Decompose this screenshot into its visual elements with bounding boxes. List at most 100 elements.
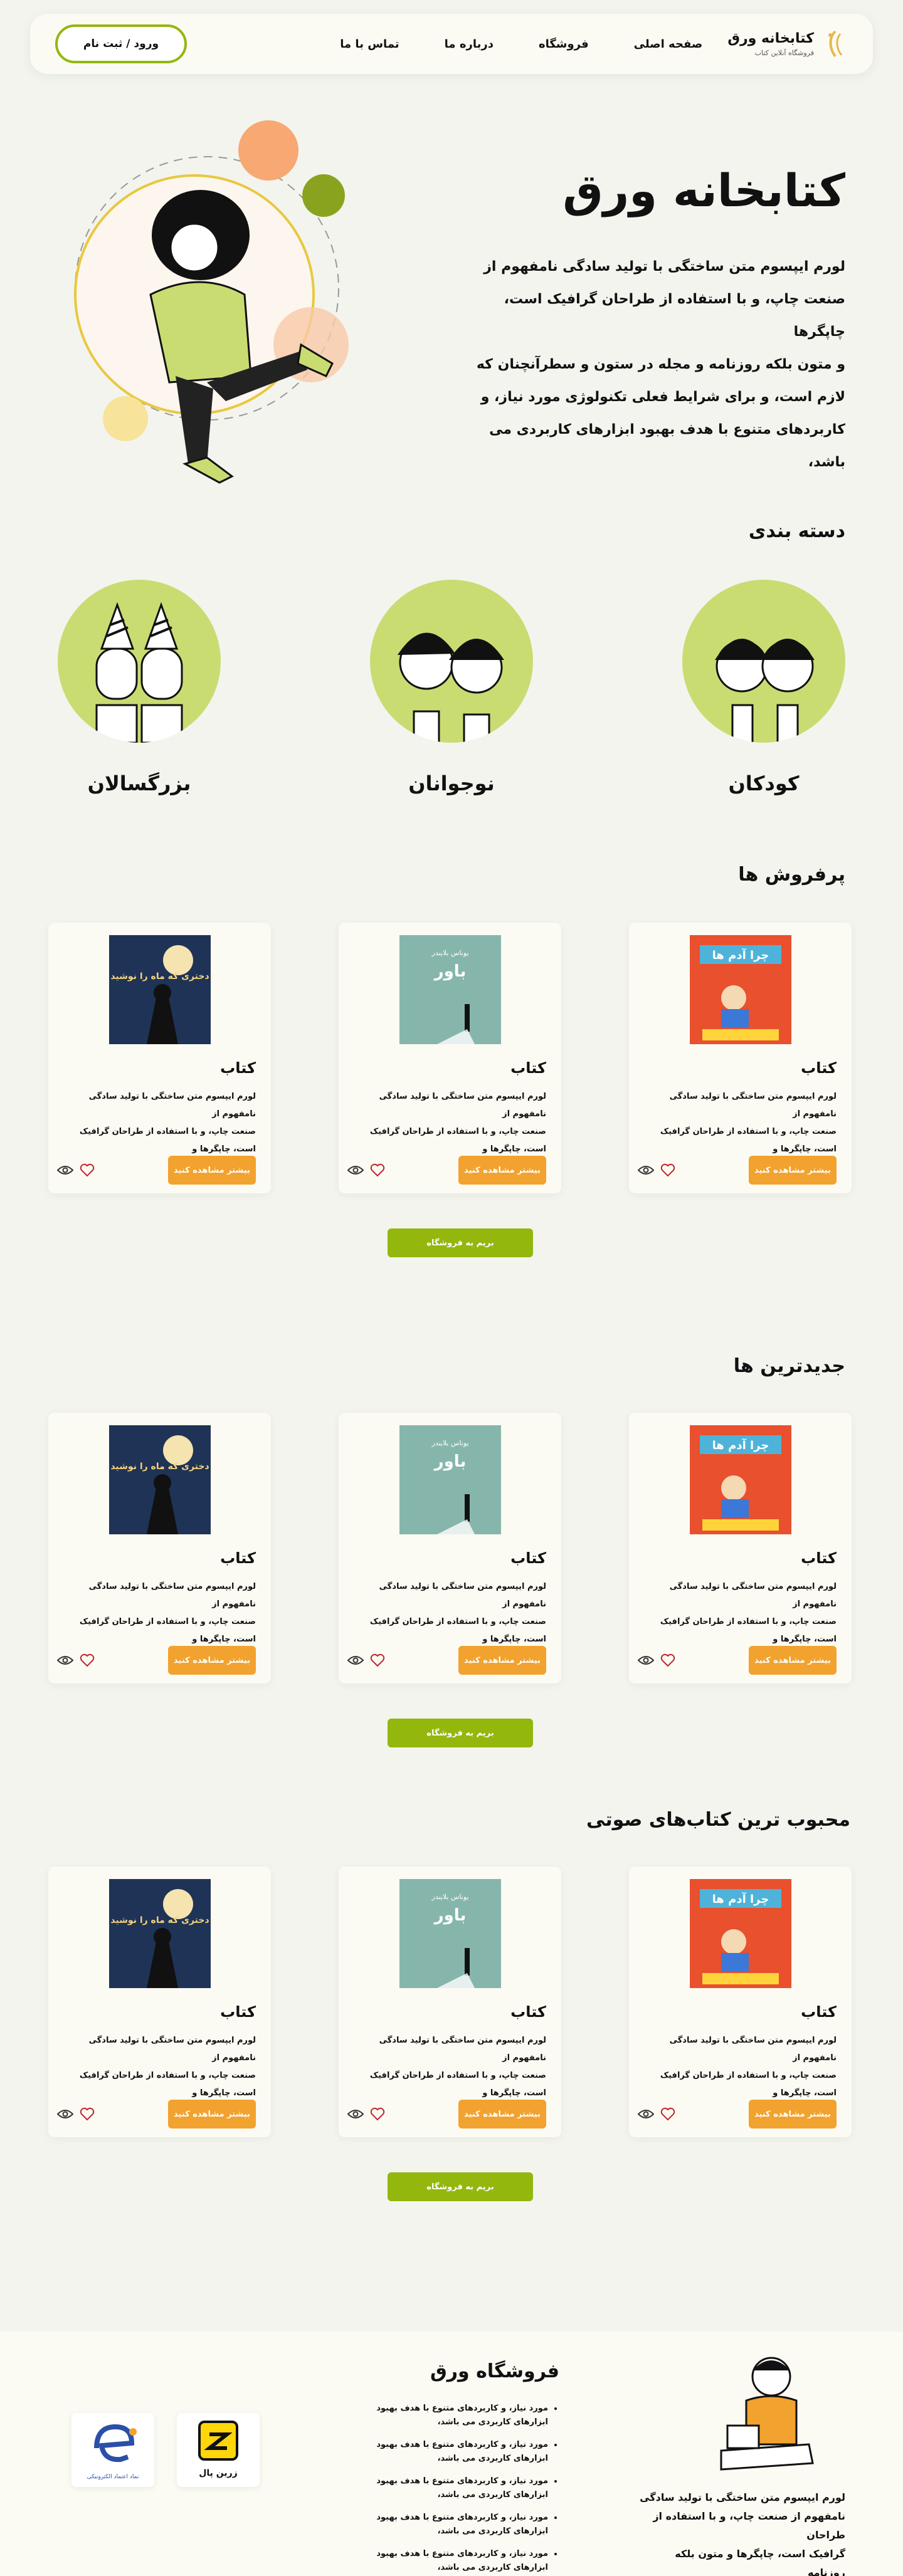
footer-about-line: گرافیک است، چاپگرها و متون بلکه روزنامه	[675, 2548, 845, 2576]
go-to-shop-button[interactable]: بریم به فروشگاه	[388, 2172, 533, 2201]
footer-about-line: لورم ایپسوم متن ساختگی با تولید سادگی	[640, 2491, 845, 2503]
book-title: کتاب	[220, 2003, 256, 2021]
footer-about-text: لورم ایپسوم متن ساختگی با تولید سادگی نا…	[638, 2488, 845, 2576]
zarinpal-badge[interactable]: زرین پال	[177, 2413, 260, 2487]
menu-item-shop[interactable]: فروشگاه	[539, 38, 589, 51]
eye-icon[interactable]	[347, 1655, 364, 1666]
view-more-button[interactable]: بیشتر مشاهده کنید	[749, 2100, 837, 2128]
menu-item-about[interactable]: درباره ما	[445, 38, 494, 51]
heart-icon[interactable]	[370, 1163, 385, 1177]
view-more-button[interactable]: بیشتر مشاهده کنید	[458, 1156, 546, 1185]
book-card[interactable]: دختری که ماه را نوشید کتاب لورم ایپسوم م…	[48, 1867, 271, 2137]
book-desc-line: صنعت چاپ، و با استفاده از طراحان گرافیک …	[79, 1617, 256, 1644]
zarinpal-label: زرین پال	[199, 2468, 238, 2478]
heart-icon[interactable]	[370, 1653, 385, 1667]
book-card[interactable]: دختری که ماه را نوشید کتاب لورم ایپسوم م…	[48, 923, 271, 1193]
category-teens[interactable]: نوجوانان	[370, 580, 533, 795]
book-card[interactable]: یوناس بلایندر باور کتاب لورم ایپسوم متن …	[339, 1867, 561, 2137]
view-more-button[interactable]: بیشتر مشاهده کنید	[168, 2100, 256, 2128]
newest-title: جدیدترین ها	[733, 1355, 845, 1377]
brand-tagline: فروشگاه آنلاین کتاب	[754, 49, 814, 57]
book-desc-line: صنعت چاپ، و با استفاده از طراحان گرافیک …	[79, 1127, 256, 1154]
menu-item-contact[interactable]: تماس با ما	[340, 38, 399, 51]
book-cover: یوناس بلایندر باور	[399, 1879, 501, 1988]
footer-link[interactable]: مورد نیاز، و کاربردهای متنوع با هدف بهبو…	[371, 2511, 548, 2538]
footer-link[interactable]: مورد نیاز، و کاربردهای متنوع با هدف بهبو…	[371, 2438, 548, 2466]
footer-link[interactable]: مورد نیاز، و کاربردهای متنوع با هدف بهبو…	[371, 2402, 548, 2429]
book-desc-line: لورم ایپسوم متن ساختگی با تولید سادگی نا…	[379, 2036, 546, 2063]
book-desc-line: صنعت چاپ، و با استفاده از طراحان گرافیک …	[660, 2071, 837, 2098]
cover-title: دختری که ماه را نوشید	[110, 1462, 209, 1472]
hero-illustration	[74, 120, 349, 484]
heart-icon[interactable]	[660, 1163, 675, 1177]
book-title: کتاب	[801, 2003, 837, 2021]
eye-icon[interactable]	[57, 2108, 73, 2120]
teens-icon	[398, 632, 504, 743]
book-title: کتاب	[510, 1549, 546, 1567]
view-more-button[interactable]: بیشتر مشاهده کنید	[749, 1156, 837, 1185]
category-adults[interactable]: بزرگسالان	[58, 580, 221, 795]
go-to-shop-button[interactable]: بریم به فروشگاه	[388, 1228, 533, 1257]
heart-icon[interactable]	[80, 1653, 95, 1667]
book-card[interactable]: چرا آدم ها کتاب لورم ایپسوم متن ساختگی ب…	[629, 1413, 852, 1683]
heart-icon[interactable]	[370, 2107, 385, 2121]
menu-item-home[interactable]: صفحه اصلی	[634, 38, 703, 51]
brand[interactable]: کتابخانه ورق فروشگاه آنلاین کتاب	[727, 29, 848, 59]
adults-icon	[95, 602, 183, 743]
cover-author: یوناس بلایندر	[431, 1893, 468, 1901]
eye-icon[interactable]	[347, 2108, 364, 2120]
cover-author: یوناس بلایندر	[431, 949, 468, 957]
enamad-badge[interactable]: نماد اعتماد الکترونیکی	[71, 2413, 154, 2487]
footer-links: مورد نیاز، و کاربردهای متنوع با هدف بهبو…	[371, 2402, 559, 2576]
view-more-button[interactable]: بیشتر مشاهده کنید	[458, 1646, 546, 1675]
audio-books-title: محبوب ترین کتاب‌های صوتی	[586, 1809, 850, 1831]
view-more-button[interactable]: بیشتر مشاهده کنید	[168, 1646, 256, 1675]
eye-icon[interactable]	[638, 1165, 654, 1176]
book-desc-line: صنعت چاپ، و با استفاده از طراحان گرافیک …	[660, 1617, 837, 1644]
view-more-button[interactable]: بیشتر مشاهده کنید	[458, 2100, 546, 2128]
footer-link[interactable]: مورد نیاز، و کاربردهای متنوع با هدف بهبو…	[371, 2547, 548, 2575]
book-desc-line: صنعت چاپ، و با استفاده از طراحان گرافیک …	[369, 2071, 546, 2098]
book-desc-line: لورم ایپسوم متن ساختگی با تولید سادگی نا…	[669, 1582, 837, 1609]
view-more-button[interactable]: بیشتر مشاهده کنید	[749, 1646, 837, 1675]
heart-icon[interactable]	[80, 1163, 95, 1177]
logo-icon	[828, 30, 843, 58]
book-cover: یوناس بلایندر باور	[399, 1425, 501, 1534]
cover-title: دختری که ماه را نوشید	[110, 971, 209, 982]
footer: لورم ایپسوم متن ساختگی با تولید سادگی نا…	[0, 2332, 903, 2576]
category-image	[58, 580, 221, 743]
cover-title: چرا آدم ها	[712, 1438, 769, 1452]
book-cover: دختری که ماه را نوشید	[108, 935, 211, 1044]
category-kids[interactable]: کودکان	[682, 580, 845, 795]
book-card[interactable]: چرا آدم ها کتاب لورم ایپسوم متن ساختگی ب…	[629, 923, 852, 1193]
view-more-button[interactable]: بیشتر مشاهده کنید	[168, 1156, 256, 1185]
heart-icon[interactable]	[660, 1653, 675, 1667]
hero-line: و متون بلکه روزنامه و مجله در ستون و سطر…	[476, 357, 845, 372]
book-card[interactable]: یوناس بلایندر باور کتاب لورم ایپسوم متن …	[339, 1413, 561, 1683]
book-card[interactable]: یوناس بلایندر باور کتاب لورم ایپسوم متن …	[339, 923, 561, 1193]
eye-icon[interactable]	[57, 1165, 73, 1176]
hero-title: کتابخانه ورق	[562, 164, 845, 217]
book-title: کتاب	[510, 2003, 546, 2021]
footer-link[interactable]: مورد نیاز، و کاربردهای متنوع با هدف بهبو…	[371, 2474, 548, 2502]
login-button[interactable]: ورود / ثبت نام	[55, 24, 187, 63]
eye-icon[interactable]	[347, 1165, 364, 1176]
eye-icon[interactable]	[638, 2108, 654, 2120]
book-desc-line: صنعت چاپ، و با استفاده از طراحان گرافیک …	[369, 1127, 546, 1154]
go-to-shop-button[interactable]: بریم به فروشگاه	[388, 1719, 533, 1747]
book-card[interactable]: چرا آدم ها کتاب لورم ایپسوم متن ساختگی ب…	[629, 1867, 852, 2137]
book-desc-line: لورم ایپسوم متن ساختگی با تولید سادگی نا…	[669, 1092, 837, 1119]
book-desc-line: صنعت چاپ، و با استفاده از طراحان گرافیک …	[660, 1127, 837, 1154]
cover-title: چرا آدم ها	[712, 1892, 769, 1906]
book-cover: چرا آدم ها	[689, 935, 791, 1044]
book-card[interactable]: دختری که ماه را نوشید کتاب لورم ایپسوم م…	[48, 1413, 271, 1683]
category-image	[682, 580, 845, 743]
book-cover: یوناس بلایندر باور	[399, 935, 501, 1044]
book-desc-line: لورم ایپسوم متن ساختگی با تولید سادگی نا…	[88, 1092, 256, 1119]
hero-line: کاربردهای متنوع با هدف بهبود ابزارهای کا…	[489, 422, 845, 470]
heart-icon[interactable]	[660, 2107, 675, 2121]
heart-icon[interactable]	[80, 2107, 95, 2121]
eye-icon[interactable]	[638, 1655, 654, 1666]
eye-icon[interactable]	[57, 1655, 73, 1666]
hero-line: لورم ایپسوم متن ساختگی با تولید سادگی نا…	[483, 259, 845, 275]
